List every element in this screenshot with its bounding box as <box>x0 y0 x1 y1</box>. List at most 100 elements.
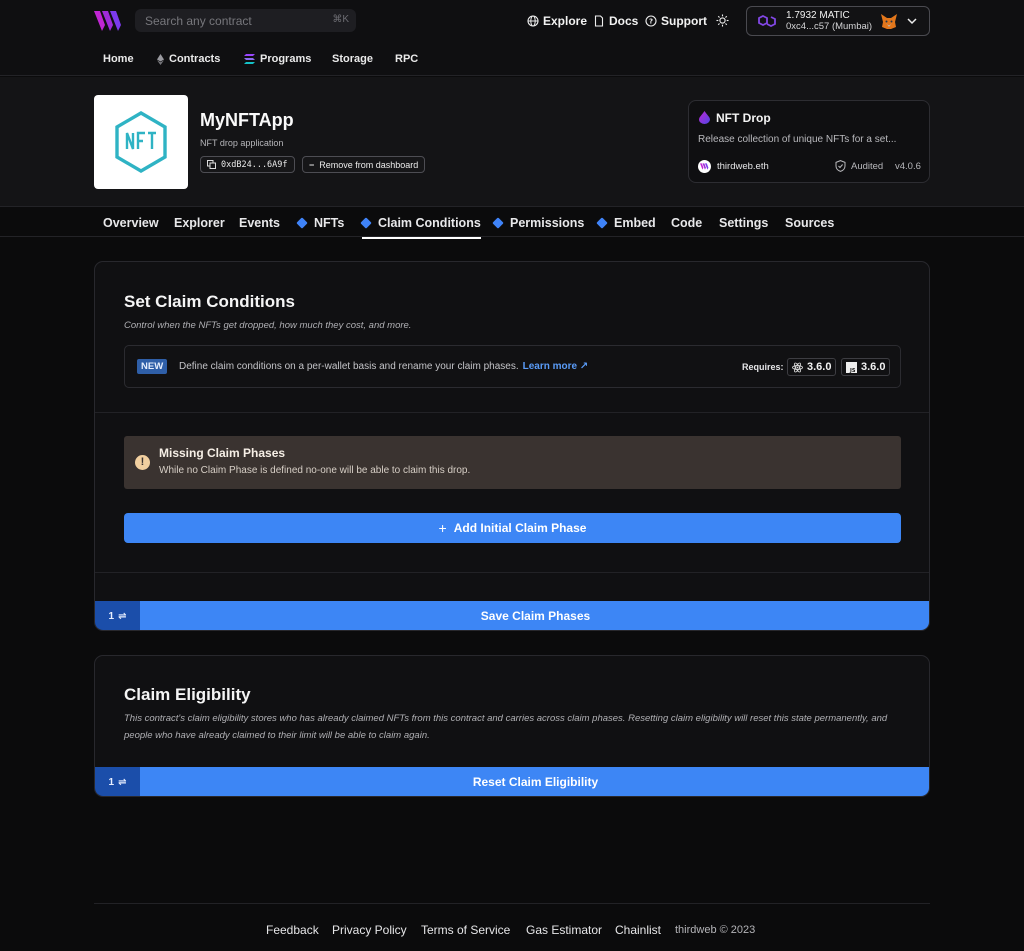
metamask-fox-icon <box>881 14 897 29</box>
javascript-icon: JS <box>846 361 857 373</box>
nav-home-label: Home <box>103 53 134 65</box>
nav-programs-label: Programs <box>260 53 312 65</box>
alert-title: Missing Claim Phases <box>159 446 286 460</box>
search-box[interactable]: ⌘K <box>135 9 356 32</box>
footer-link-gas-estimator[interactable]: Gas Estimator <box>526 923 602 937</box>
tab-code[interactable]: Code <box>671 215 702 231</box>
claim-conditions-title: Set Claim Conditions <box>124 292 295 311</box>
thirdweb-avatar <box>698 160 711 173</box>
react-icon <box>792 362 803 372</box>
nav-rpc[interactable]: RPC <box>395 52 418 66</box>
contract-subtitle: NFT drop application <box>200 138 284 148</box>
tab-label: Permissions <box>510 216 585 230</box>
explore-link[interactable]: Explore <box>527 13 587 29</box>
remove-label: Remove from dashboard <box>319 159 419 170</box>
learn-more-link[interactable]: Learn more ↗ <box>523 361 589 372</box>
chevron-down-icon <box>907 18 917 25</box>
tab-permissions[interactable]: Permissions <box>492 215 585 231</box>
tab-claim-conditions[interactable]: Claim Conditions <box>360 215 481 239</box>
contract-address: 0xdB24...6A9f <box>221 159 288 170</box>
js-sdk-version: JS 3.6.0 <box>841 358 891 376</box>
tab-explorer[interactable]: Explorer <box>174 215 225 231</box>
react-version: 3.6.0 <box>807 361 832 373</box>
shield-check-icon <box>835 160 846 172</box>
docs-link[interactable]: Docs <box>593 13 638 29</box>
contract-image <box>94 95 188 189</box>
tab-label: Explorer <box>174 216 225 230</box>
svg-text:JS: JS <box>849 367 856 372</box>
wallet-balance: 1.7932 MATIC <box>786 10 850 21</box>
tab-label: Overview <box>103 216 159 230</box>
footer-copyright: thirdweb © 2023 <box>675 924 756 936</box>
nav-home[interactable]: Home <box>103 52 134 66</box>
save-bar: 1 ⇌ Save Claim Phases <box>95 601 929 630</box>
nav-programs[interactable]: Programs <box>244 52 311 66</box>
tab-embed[interactable]: Embed <box>596 215 656 231</box>
search-shortcut: ⌘K <box>332 14 349 25</box>
footer-link-privacy[interactable]: Privacy Policy <box>332 923 407 937</box>
contract-type-description: Release collection of unique NFTs for a … <box>698 134 897 145</box>
footer-link-terms[interactable]: Terms of Service <box>421 923 510 937</box>
save-claim-phases-button[interactable]: Save Claim Phases <box>140 601 929 630</box>
tab-label: Embed <box>614 216 656 230</box>
support-label: Support <box>661 14 707 28</box>
divider <box>95 412 929 413</box>
divider <box>95 572 929 573</box>
claim-conditions-description: Control when the NFTs get dropped, how m… <box>124 320 412 331</box>
missing-phases-alert: ! Missing Claim Phases While no Claim Ph… <box>124 436 901 489</box>
footer-link-chainlist[interactable]: Chainlist <box>615 923 661 937</box>
new-badge: NEW <box>137 359 168 374</box>
polygon-icon <box>758 14 776 28</box>
nav-storage[interactable]: Storage <box>332 52 373 66</box>
docs-label: Docs <box>609 14 639 28</box>
warning-icon: ! <box>135 455 150 470</box>
nft-hexagon-logo <box>115 111 167 173</box>
footer-link-feedback[interactable]: Feedback <box>266 923 319 937</box>
plus-icon: + <box>438 520 447 536</box>
swap-icon: ⇌ <box>118 610 127 622</box>
minus-icon: − <box>309 159 315 170</box>
wallet-address: 0xc4...c57 (Mumbai) <box>786 21 873 32</box>
solana-icon <box>244 54 255 64</box>
publisher-name: thirdweb.eth <box>717 161 769 172</box>
notice-message: Define claim conditions on a per-wallet … <box>179 361 519 372</box>
nav-rpc-label: RPC <box>395 53 419 65</box>
diamond-icon <box>492 217 504 229</box>
claim-eligibility-panel: Claim Eligibility This contract's claim … <box>94 655 930 797</box>
copy-address-button[interactable]: 0xdB24...6A9f <box>200 156 295 173</box>
nav-contracts[interactable]: Contracts <box>157 52 220 66</box>
reset-claim-eligibility-button[interactable]: Reset Claim Eligibility <box>140 767 929 796</box>
nav-contracts-label: Contracts <box>169 53 221 65</box>
remove-from-dashboard-button[interactable]: − Remove from dashboard <box>302 156 426 173</box>
tab-nfts[interactable]: NFTs <box>296 215 345 231</box>
svg-text:?: ? <box>649 18 653 26</box>
tab-sources[interactable]: Sources <box>785 215 834 231</box>
reset-label: Reset Claim Eligibility <box>472 775 599 789</box>
requires-label: Requires: <box>742 362 784 372</box>
globe-icon <box>527 15 539 27</box>
tab-label: NFTs <box>314 216 345 230</box>
tab-settings[interactable]: Settings <box>719 215 768 231</box>
js-version: 3.6.0 <box>861 361 886 373</box>
tab-overview[interactable]: Overview <box>103 215 159 231</box>
copy-icon <box>207 160 216 169</box>
tab-label: Events <box>239 216 280 230</box>
claim-eligibility-title: Claim Eligibility <box>124 685 251 704</box>
diamond-icon <box>360 217 372 229</box>
search-input[interactable] <box>135 9 325 32</box>
tab-events[interactable]: Events <box>239 215 280 231</box>
notice-text: Define claim conditions on a per-wallet … <box>179 361 588 372</box>
support-link[interactable]: ? Support <box>645 13 707 29</box>
reset-bar: 1 ⇌ Reset Claim Eligibility <box>95 767 929 796</box>
document-icon <box>594 15 604 27</box>
wallet-button[interactable]: 1.7932 MATIC 0xc4...c57 (Mumbai) <box>746 6 930 36</box>
audited-label: Audited <box>851 161 884 172</box>
thirdweb-logo[interactable] <box>94 11 123 31</box>
add-initial-claim-phase-button[interactable]: + Add Initial Claim Phase <box>124 513 901 543</box>
nft-drop-icon <box>699 111 710 124</box>
sun-icon[interactable] <box>716 14 729 27</box>
contract-version: v4.0.6 <box>895 161 921 172</box>
contract-type-card[interactable]: NFT Drop Release collection of unique NF… <box>688 100 930 183</box>
swap-icon: ⇌ <box>118 776 127 788</box>
count-value: 1 <box>108 610 115 622</box>
